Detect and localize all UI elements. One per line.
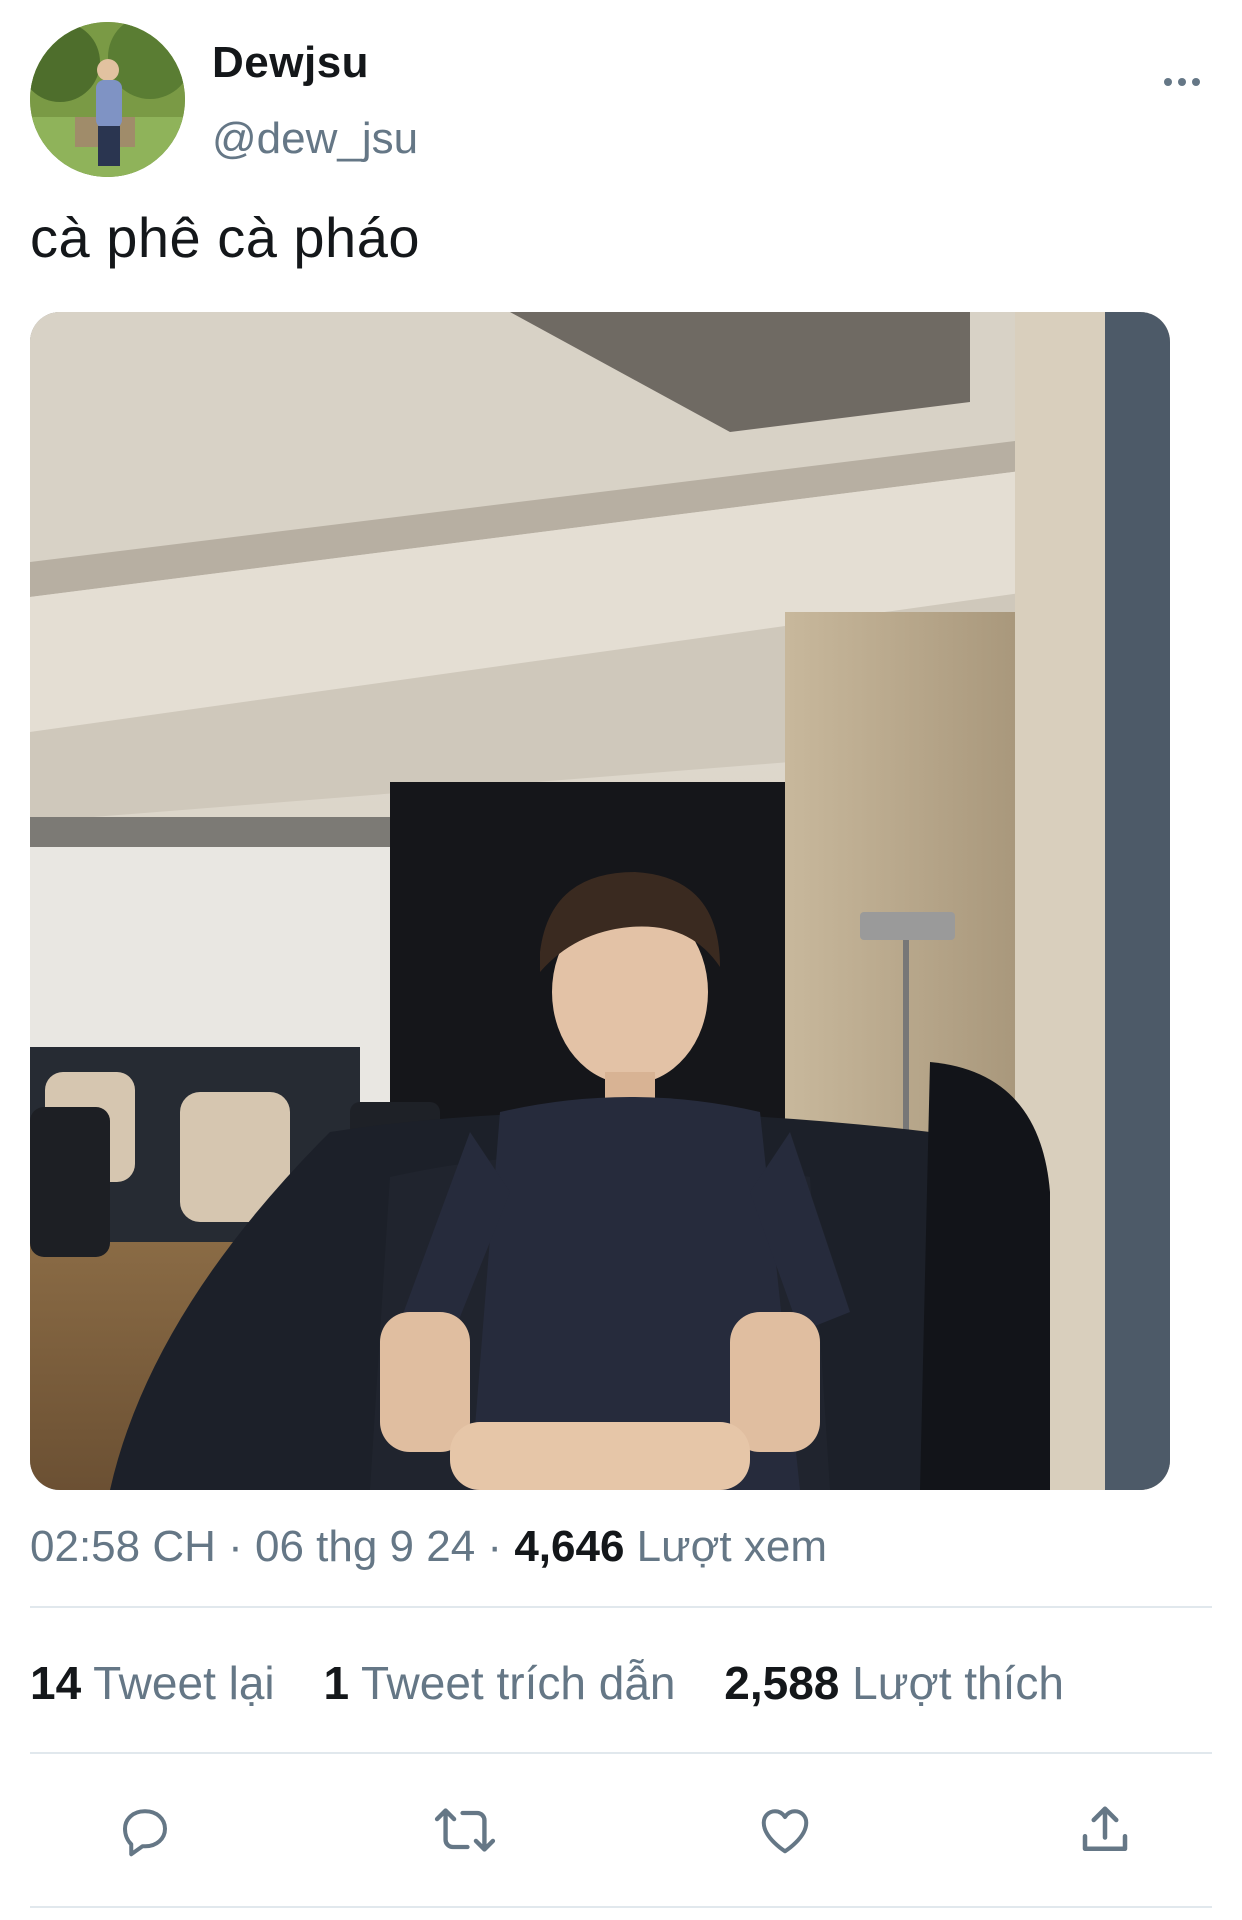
divider — [30, 1606, 1212, 1608]
quotes-label: Tweet trích dẫn — [360, 1657, 676, 1709]
retweets-stat[interactable]: 14 Tweet lại — [30, 1657, 275, 1709]
tweet-photo[interactable] — [30, 312, 1170, 1490]
retweets-count: 14 — [30, 1657, 82, 1709]
tweet-time: 02:58 CH — [30, 1522, 216, 1571]
meta-separator: · — [215, 1522, 255, 1571]
likes-stat[interactable]: 2,588 Lượt thích — [724, 1657, 1064, 1709]
retweet-button[interactable] — [425, 1790, 505, 1870]
likes-label: Lượt thích — [852, 1657, 1065, 1709]
heart-icon — [761, 1809, 809, 1854]
share-icon — [1082, 1806, 1128, 1851]
user-handle[interactable]: @dew_jsu — [212, 114, 418, 164]
tweet-stats: 14 Tweet lại 1 Tweet trích dẫn 2,588 Lượ… — [30, 1656, 1100, 1710]
tweet-actions — [30, 1790, 1212, 1870]
tweet-text: cà phê cà pháo — [30, 206, 420, 269]
avatar[interactable] — [30, 22, 185, 177]
divider — [30, 1752, 1212, 1754]
display-name[interactable]: Dewjsu — [212, 38, 369, 88]
tweet-header: Dewjsu @dew_jsu — [30, 22, 1212, 182]
more-horizontal-icon — [1164, 78, 1172, 86]
quotes-count: 1 — [323, 1657, 350, 1709]
more-options-button[interactable] — [1152, 62, 1212, 102]
divider — [30, 1906, 1212, 1908]
share-button[interactable] — [1065, 1790, 1145, 1870]
retweets-label: Tweet lại — [93, 1657, 275, 1709]
views-count: 4,646 — [514, 1522, 625, 1571]
views-label: Lượt xem — [636, 1522, 828, 1571]
like-button[interactable] — [745, 1790, 825, 1870]
tweet-date: 06 thg 9 24 — [255, 1522, 476, 1571]
reply-icon — [123, 1809, 167, 1857]
retweet-icon — [434, 1808, 496, 1852]
likes-count: 2,588 — [724, 1657, 840, 1709]
meta-separator: · — [475, 1522, 515, 1571]
reply-button[interactable] — [105, 1790, 185, 1870]
quotes-stat[interactable]: 1 Tweet trích dẫn — [323, 1657, 675, 1709]
tweet-meta: 02:58 CH · 06 thg 9 24 · 4,646 Lượt xem — [30, 1522, 827, 1572]
